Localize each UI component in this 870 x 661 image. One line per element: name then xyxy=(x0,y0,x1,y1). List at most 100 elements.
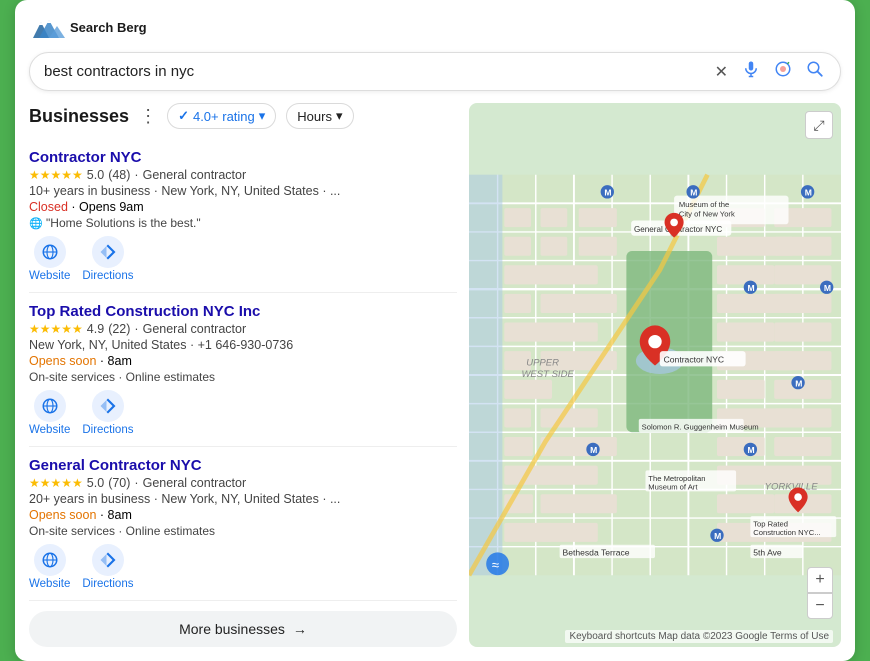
map-svg: Museum of the City of New York General C… xyxy=(469,103,841,647)
search-berg-logo-icon xyxy=(29,14,65,42)
more-businesses-label: More businesses xyxy=(179,621,285,637)
businesses-title: Businesses xyxy=(29,106,129,127)
biz-meta-1: New York, NY, United States · +1 646-930… xyxy=(29,338,457,352)
hours-filter-label: Hours xyxy=(297,109,332,124)
svg-text:M: M xyxy=(604,188,611,198)
voice-search-button[interactable] xyxy=(740,60,762,83)
bullet-0: · xyxy=(134,168,138,182)
svg-text:Bethesda Terrace: Bethesda Terrace xyxy=(562,547,629,557)
globe-circle-icon xyxy=(41,397,59,415)
globe-circle-icon xyxy=(41,243,59,261)
biz-rating-row-1: ★★★★★ 4.9 (22) · General contractor xyxy=(29,322,457,336)
status-extra-1: · 8am xyxy=(100,354,132,368)
svg-text:M: M xyxy=(590,445,597,455)
svg-text:Solomon R. Guggenheim Museum: Solomon R. Guggenheim Museum xyxy=(642,422,759,431)
more-businesses-button[interactable]: More businesses → xyxy=(29,611,457,647)
website-button-2[interactable]: Website xyxy=(29,544,70,590)
microphone-icon xyxy=(742,60,760,78)
zoom-in-button[interactable]: + xyxy=(807,567,833,593)
search-input[interactable] xyxy=(44,63,713,80)
svg-text:City of New York: City of New York xyxy=(679,210,735,219)
lens-search-button[interactable] xyxy=(772,60,794,83)
more-options-button[interactable]: ⋮ xyxy=(139,106,157,127)
business-card: Contractor NYC ★★★★★ 5.0 (48) · General … xyxy=(29,139,457,293)
website-button-1[interactable]: Website xyxy=(29,390,70,436)
directions-button-0[interactable]: Directions xyxy=(82,236,133,282)
globe-circle-icon xyxy=(41,551,59,569)
business-name-2[interactable]: General Contractor NYC xyxy=(29,457,457,474)
directions-icon-1 xyxy=(92,390,124,422)
search-icons-group: ✕ xyxy=(713,60,826,83)
logo-bar: Search Berg xyxy=(29,14,841,42)
directions-arrow-icon xyxy=(99,397,117,415)
svg-text:M: M xyxy=(748,283,755,293)
search-button[interactable] xyxy=(804,60,826,83)
arrow-right-icon: → xyxy=(293,621,307,637)
biz-status-0: Closed · Opens 9am xyxy=(29,200,457,214)
biz-rating-row-2: ★★★★★ 5.0 (70) · General contractor xyxy=(29,476,457,490)
svg-text:Construction NYC...: Construction NYC... xyxy=(753,528,820,537)
directions-arrow-icon xyxy=(99,243,117,261)
rating-value-1: 4.9 xyxy=(87,322,104,336)
svg-text:M: M xyxy=(748,445,755,455)
stars-icon-1: ★★★★★ xyxy=(29,322,83,336)
biz-note-2: On-site services · Online estimates xyxy=(29,524,457,538)
website-label-1: Website xyxy=(29,424,70,436)
biz-type-0: General contractor xyxy=(143,168,247,182)
check-icon: ✓ xyxy=(178,108,189,124)
biz-actions-2: Website Directions xyxy=(29,544,457,590)
svg-text:M: M xyxy=(824,283,831,293)
rating-value-2: 5.0 xyxy=(87,476,104,490)
business-name-0[interactable]: Contractor NYC xyxy=(29,149,457,166)
main-card: Search Berg ✕ xyxy=(15,0,855,661)
status-label-2: Opens soon xyxy=(29,508,96,522)
website-button-0[interactable]: Website xyxy=(29,236,70,282)
biz-note-0: 🌐 "Home Solutions is the best." xyxy=(29,216,457,230)
svg-text:≈: ≈ xyxy=(492,558,499,573)
lens-icon xyxy=(774,60,792,78)
biz-rating-row-0: ★★★★★ 5.0 (48) · General contractor xyxy=(29,168,457,182)
directions-button-1[interactable]: Directions xyxy=(82,390,133,436)
svg-text:M: M xyxy=(805,188,812,198)
svg-text:M: M xyxy=(795,378,802,388)
bullet-2: · xyxy=(134,476,138,490)
svg-text:M: M xyxy=(714,531,721,541)
website-icon-1 xyxy=(34,390,66,422)
rating-filter-label: 4.0+ rating xyxy=(193,109,255,124)
map-area[interactable]: Museum of the City of New York General C… xyxy=(469,103,841,647)
website-label-2: Website xyxy=(29,578,70,590)
logo-text: Search Berg xyxy=(70,21,147,35)
status-label-0: Closed xyxy=(29,200,68,214)
svg-text:5th Ave: 5th Ave xyxy=(753,547,782,557)
map-expand-button[interactable]: ⤢ xyxy=(805,111,833,139)
map-footer: Keyboard shortcuts Map data ©2023 Google… xyxy=(565,630,833,643)
business-name-1[interactable]: Top Rated Construction NYC Inc xyxy=(29,303,457,320)
status-label-1: Opens soon xyxy=(29,354,96,368)
rating-filter-button[interactable]: ✓ 4.0+ rating ▾ xyxy=(167,103,276,129)
left-panel: Businesses ⋮ ✓ 4.0+ rating ▾ Hours ▾ Con… xyxy=(29,103,469,647)
biz-meta-2: 20+ years in business · New York, NY, Un… xyxy=(29,492,457,506)
directions-icon-2 xyxy=(92,544,124,576)
main-content: Businesses ⋮ ✓ 4.0+ rating ▾ Hours ▾ Con… xyxy=(29,103,841,647)
biz-type-2: General contractor xyxy=(143,476,247,490)
directions-label-2: Directions xyxy=(82,578,133,590)
website-icon-0 xyxy=(34,236,66,268)
map-zoom-controls: + − xyxy=(807,567,833,619)
website-label-0: Website xyxy=(29,270,70,282)
clear-button[interactable]: ✕ xyxy=(713,62,730,82)
directions-arrow-icon xyxy=(99,551,117,569)
directions-label-0: Directions xyxy=(82,270,133,282)
stars-icon-2: ★★★★★ xyxy=(29,476,83,490)
biz-meta-0: 10+ years in business · New York, NY, Un… xyxy=(29,184,457,198)
businesses-header: Businesses ⋮ ✓ 4.0+ rating ▾ Hours ▾ xyxy=(29,103,457,129)
website-icon-2 xyxy=(34,544,66,576)
biz-type-1: General contractor xyxy=(143,322,247,336)
svg-text:Contractor NYC: Contractor NYC xyxy=(664,355,725,365)
status-extra-2: · 8am xyxy=(100,508,132,522)
directions-button-2[interactable]: Directions xyxy=(82,544,133,590)
review-count-2: (70) xyxy=(108,476,130,490)
biz-status-1: Opens soon · 8am xyxy=(29,354,457,368)
hours-filter-button[interactable]: Hours ▾ xyxy=(286,103,353,129)
zoom-out-button[interactable]: − xyxy=(807,593,833,619)
search-icon xyxy=(806,60,824,78)
